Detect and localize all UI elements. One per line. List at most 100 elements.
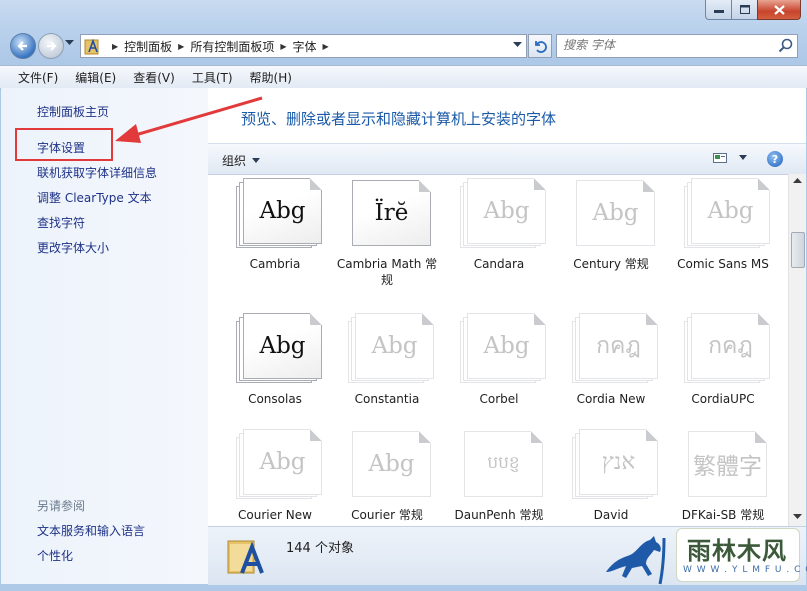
- refresh-button[interactable]: [528, 34, 552, 58]
- font-preview-icon: אנץ: [572, 429, 658, 501]
- maximize-button[interactable]: [731, 0, 757, 20]
- font-item[interactable]: Ïrĕ Cambria Math 常规: [331, 174, 443, 301]
- task-change-font-size[interactable]: 更改字体大小: [37, 239, 109, 256]
- font-item[interactable]: กคฎ CordiaUPC: [667, 301, 779, 436]
- font-item[interactable]: Abg Courier 常规: [331, 417, 443, 526]
- breadcrumb-control-panel[interactable]: 控制面板: [124, 38, 172, 55]
- organize-button[interactable]: 组织: [222, 152, 261, 169]
- font-page-front: Abg: [243, 313, 322, 379]
- chevron-down-icon: [252, 157, 261, 163]
- font-page-front: אנץ: [579, 429, 658, 495]
- font-item[interactable]: បបខ្ញ DaunPenh 常规: [443, 417, 555, 526]
- font-page-front: Abg: [355, 313, 434, 379]
- breadcrumb-chevron-icon[interactable]: ▶: [112, 42, 118, 51]
- task-font-settings[interactable]: 字体设置: [37, 139, 85, 156]
- font-preview-icon: Abg: [572, 178, 656, 250]
- address-bar[interactable]: ▶ 控制面板 ▶ 所有控制面板项 ▶ 字体 ▶: [80, 34, 527, 58]
- back-arrow-icon: [17, 41, 27, 51]
- breadcrumb-fonts[interactable]: 字体: [293, 38, 317, 55]
- search-icon[interactable]: [778, 38, 793, 53]
- font-item[interactable]: Abg Courier New: [219, 417, 331, 526]
- font-item[interactable]: אנץ David: [555, 417, 667, 526]
- watermark-url: W W W . Y L M F U . C O M: [683, 565, 807, 575]
- close-icon: [773, 4, 785, 15]
- breadcrumb-chevron-icon[interactable]: ▶: [323, 42, 329, 51]
- font-page-front: Abg: [467, 178, 546, 244]
- font-sample-text: Abg: [368, 451, 415, 477]
- search-input[interactable]: [557, 35, 774, 55]
- font-item[interactable]: Abg Cambria: [219, 174, 331, 301]
- font-sample-text: 繁體字: [693, 454, 762, 480]
- task-adjust-cleartype[interactable]: 调整 ClearType 文本: [37, 189, 152, 206]
- back-button[interactable]: [10, 33, 36, 59]
- font-item[interactable]: กคฎ Cordia New: [555, 301, 667, 436]
- font-item[interactable]: Abg Corbel: [443, 301, 555, 436]
- help-icon: ?: [771, 152, 779, 166]
- command-bar: 组织 ?: [208, 143, 806, 175]
- breadcrumb-chevron-icon[interactable]: ▶: [178, 42, 184, 51]
- minimize-icon: [713, 9, 724, 13]
- change-view-button[interactable]: [713, 152, 747, 164]
- task-control-panel-home[interactable]: 控制面板主页: [37, 103, 109, 120]
- font-sample-text: បបខ្ញ: [487, 452, 520, 473]
- horse-logo-icon: [606, 536, 666, 585]
- font-item[interactable]: Abg Constantia: [331, 301, 443, 436]
- font-preview-icon: Abg: [348, 313, 434, 385]
- breadcrumb-all-items[interactable]: 所有控制面板项: [190, 38, 274, 55]
- font-preview-icon: Abg: [348, 429, 432, 501]
- font-preview-icon: 繁體字: [684, 429, 768, 501]
- font-page-front: Abg: [691, 178, 770, 244]
- font-item[interactable]: 繁體字 DFKai-SB 常规: [667, 417, 779, 526]
- recent-pages-dropdown-icon[interactable]: [65, 39, 74, 46]
- scroll-up-icon[interactable]: [793, 178, 802, 184]
- font-page-front: กคฎ: [579, 313, 658, 379]
- vertical-scrollbar[interactable]: [788, 174, 806, 526]
- scrollbar-thumb[interactable]: [791, 232, 805, 268]
- font-sample-text: กคฎ: [708, 333, 753, 359]
- breadcrumb-chevron-icon[interactable]: ▶: [280, 42, 286, 51]
- font-name: Consolas: [248, 392, 302, 406]
- address-history-dropdown-icon[interactable]: [513, 41, 522, 48]
- font-page-front: បបខ្ញ: [464, 431, 543, 497]
- see-also-personalization[interactable]: 个性化: [37, 547, 73, 564]
- task-find-character[interactable]: 查找字符: [37, 214, 85, 231]
- font-item[interactable]: Abg Century 常规: [555, 174, 667, 301]
- refresh-icon: [535, 41, 547, 53]
- font-page-front: Abg: [243, 178, 322, 244]
- font-page-front: กคฎ: [691, 313, 770, 379]
- task-get-font-info-online[interactable]: 联机获取字体详细信息: [37, 164, 157, 181]
- close-button[interactable]: [757, 0, 801, 20]
- font-sample-text: กคฎ: [596, 333, 641, 359]
- organize-label: 组织: [222, 154, 247, 168]
- menu-view[interactable]: 查看(V): [121, 69, 180, 86]
- font-name: CordiaUPC: [691, 392, 755, 406]
- font-item[interactable]: Abg Candara: [443, 174, 555, 301]
- font-sample-text: Abg: [259, 198, 306, 224]
- font-preview-icon: กคฎ: [572, 313, 658, 385]
- font-item[interactable]: Abg Consolas: [219, 301, 331, 436]
- menu-help[interactable]: 帮助(H): [238, 69, 297, 86]
- menu-bar: 文件(F) 编辑(E) 查看(V) 工具(T) 帮助(H): [0, 65, 807, 89]
- explorer-window: ▶ 控制面板 ▶ 所有控制面板项 ▶ 字体 ▶ 文件(F) 编辑(E) 查看(V…: [0, 0, 807, 591]
- font-page-front: Abg: [576, 180, 655, 246]
- see-also-text-services[interactable]: 文本服务和输入语言: [37, 522, 145, 539]
- forward-button[interactable]: [38, 33, 64, 59]
- font-name: Candara: [473, 257, 525, 271]
- font-preview-icon: Abg: [236, 313, 322, 385]
- font-item[interactable]: Abg Comic Sans MS: [667, 174, 779, 301]
- font-name: DFKai-SB 常规: [681, 508, 765, 522]
- font-sample-text: Abg: [483, 198, 530, 224]
- help-button[interactable]: ?: [767, 151, 783, 167]
- font-name: DaunPenh 常规: [454, 508, 544, 522]
- scroll-down-icon[interactable]: [793, 514, 802, 520]
- font-sample-text: Abg: [707, 198, 754, 224]
- font-name: Cordia New: [576, 392, 646, 406]
- menu-file[interactable]: 文件(F): [0, 69, 63, 86]
- font-page-front: Ïrĕ: [352, 180, 431, 246]
- watermark-title: 雨林木风: [687, 537, 787, 565]
- font-preview-icon: กคฎ: [684, 313, 770, 385]
- menu-tools[interactable]: 工具(T): [180, 69, 238, 86]
- menu-edit[interactable]: 编辑(E): [63, 69, 121, 86]
- minimize-button[interactable]: [705, 0, 731, 20]
- font-name: Corbel: [479, 392, 519, 406]
